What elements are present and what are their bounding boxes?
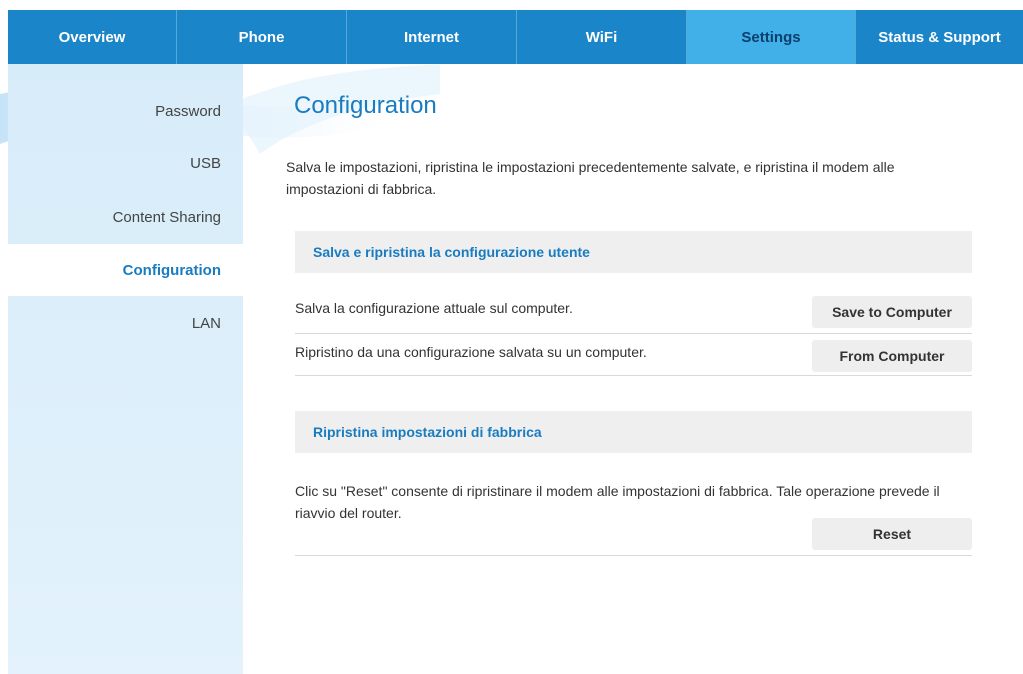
section-heading-factory-reset: Ripristina impostazioni di fabbrica [295,411,972,453]
sidebar: Password USB Content Sharing Configurati… [8,64,243,674]
page-title: Configuration [294,92,437,119]
sidebar-item-usb[interactable]: USB [8,137,243,189]
save-to-computer-button[interactable]: Save to Computer [812,296,972,328]
sidebar-item-configuration[interactable]: Configuration [8,244,243,296]
sidebar-item-content-sharing[interactable]: Content Sharing [8,191,243,243]
reset-row: Clic su "Reset" consente di ripristinare… [295,466,972,556]
from-computer-button[interactable]: From Computer [812,340,972,372]
reset-button[interactable]: Reset [812,518,972,550]
restore-description: Ripristino da una configurazione salvata… [295,344,647,360]
tab-wifi[interactable]: WiFi [517,10,687,64]
tab-overview[interactable]: Overview [8,10,177,64]
save-description: Salva la configurazione attuale sul comp… [295,300,573,316]
tab-status-support[interactable]: Status & Support [856,10,1023,64]
tab-phone[interactable]: Phone [177,10,347,64]
tab-internet[interactable]: Internet [347,10,517,64]
restore-row: Ripristino da una configurazione salvata… [295,334,972,376]
sidebar-item-password[interactable]: Password [8,85,243,137]
intro-text: Salva le impostazioni, ripristina le imp… [286,159,895,197]
tab-settings[interactable]: Settings [687,10,856,64]
sidebar-item-lan[interactable]: LAN [8,297,243,349]
top-navigation: Overview Phone Internet WiFi Settings St… [8,10,1023,64]
save-row: Salva la configurazione attuale sul comp… [295,292,972,334]
section-heading-backup: Salva e ripristina la configurazione ute… [295,231,972,273]
